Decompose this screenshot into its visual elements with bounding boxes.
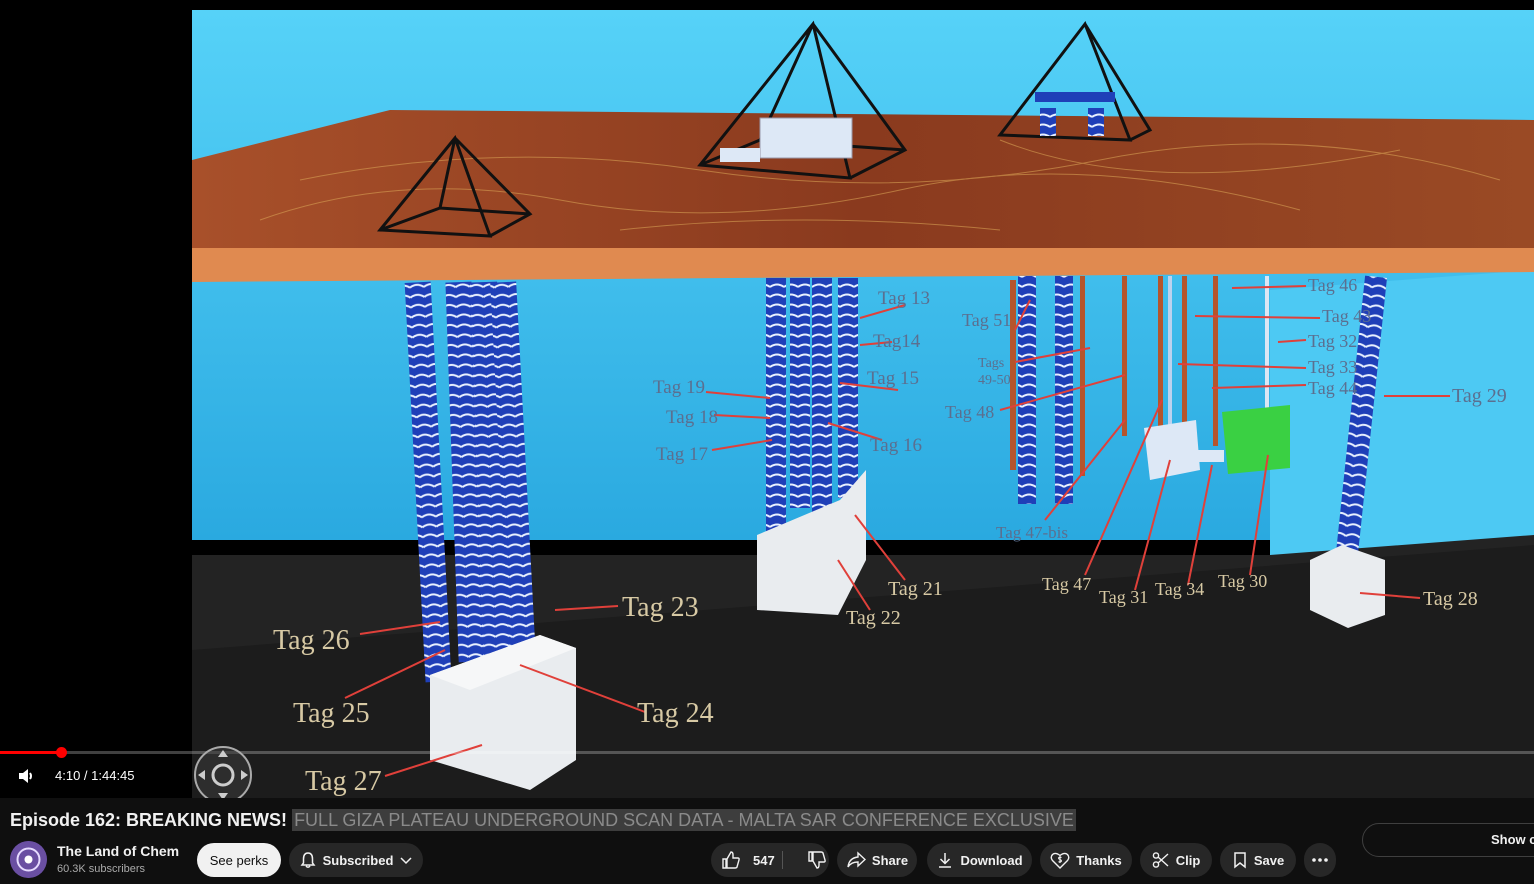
- chevron-down-icon: [400, 857, 412, 865]
- subscribed-label: Subscribed: [322, 852, 394, 868]
- tag-24-label: Tag 24: [637, 698, 714, 729]
- tag-51-label: Tag 51: [962, 310, 1011, 330]
- thumbs-down-icon[interactable]: [807, 850, 827, 870]
- tag-47-label: Tag 47: [1042, 574, 1091, 594]
- time-display: 4:10 / 1:44:45: [55, 768, 135, 783]
- like-count[interactable]: 547: [753, 853, 775, 868]
- video-frame: Tag 13 Tag14 Tag 15 Tag 16 Tag 17 Tag 18…: [0, 0, 1534, 798]
- see-perks-label: See perks: [209, 852, 269, 868]
- save-label: Save: [1253, 852, 1285, 868]
- tag-14-label: Tag14: [873, 331, 921, 352]
- tag-46-label: Tag 46: [1308, 275, 1357, 295]
- tag-30-label: Tag 30: [1218, 571, 1267, 591]
- tag-43-label: Tag 43: [1322, 306, 1371, 326]
- tag-23-label: Tag 23: [622, 592, 699, 623]
- scissors-icon: [1152, 852, 1169, 868]
- plateau-surface: [192, 110, 1534, 248]
- like-dislike-group: 547: [711, 843, 829, 877]
- title-prefix: Episode 162: BREAKING NEWS!: [10, 810, 288, 830]
- like-divider: [782, 851, 783, 869]
- bookmark-icon: [1234, 852, 1246, 869]
- tag-32-label: Tag 32: [1308, 331, 1357, 351]
- download-button[interactable]: Download: [927, 843, 1032, 877]
- tag-33-label: Tag 33: [1308, 357, 1357, 377]
- bell-icon: [300, 852, 316, 868]
- subscriber-count: 60.3K subscribers: [57, 863, 146, 875]
- tag-22-label: Tag 22: [846, 607, 901, 629]
- see-perks-button[interactable]: See perks: [197, 843, 281, 877]
- tag-31-label: Tag 31: [1099, 587, 1148, 607]
- tag-29-label: Tag 29: [1452, 385, 1507, 407]
- tag-15-label: Tag 15: [867, 368, 919, 389]
- tags-49-50-label: 49-50: [978, 373, 1011, 388]
- save-button[interactable]: Save: [1220, 843, 1296, 877]
- green-block: [1222, 405, 1290, 474]
- progress-scrubber[interactable]: [56, 747, 68, 758]
- avatar[interactable]: [10, 841, 47, 878]
- thumbs-up-icon[interactable]: [721, 850, 741, 870]
- tag-18-label: Tag 18: [666, 407, 718, 428]
- title-highlight: FULL GIZA PLATEAU UNDERGROUND SCAN DATA …: [292, 809, 1076, 831]
- show-chat-label: Show chat: [1491, 832, 1534, 847]
- tag-16-label: Tag 16: [870, 435, 922, 456]
- tag-21-label: Tag 21: [888, 578, 943, 600]
- more-actions-button[interactable]: [1304, 843, 1336, 877]
- more-dots-icon: [1312, 858, 1328, 862]
- download-icon: [939, 853, 952, 868]
- volume-icon[interactable]: [16, 766, 36, 786]
- subscribed-button[interactable]: Subscribed: [289, 843, 423, 877]
- clip-label: Clip: [1175, 852, 1201, 868]
- tag-27-label: Tag 27: [305, 766, 382, 797]
- video-title: Episode 162: BREAKING NEWS! FULL GIZA PL…: [10, 809, 1076, 831]
- tag-48-label: Tag 48: [945, 402, 994, 422]
- progress-fill: [0, 751, 62, 754]
- download-label: Download: [960, 852, 1023, 868]
- share-button[interactable]: Share: [837, 843, 917, 877]
- tags-label: Tags: [978, 356, 1004, 371]
- tag-47-bis-label: Tag 47-bis: [996, 523, 1068, 542]
- channel-name[interactable]: The Land of Chem: [57, 843, 179, 859]
- thanks-label: Thanks: [1076, 852, 1122, 868]
- tag-34-label: Tag 34: [1155, 579, 1204, 599]
- tag-28-label: Tag 28: [1423, 588, 1478, 610]
- tag-13-label: Tag 13: [878, 288, 930, 309]
- clip-button[interactable]: Clip: [1140, 843, 1212, 877]
- move-pad-icon[interactable]: [192, 744, 254, 798]
- tag-19-label: Tag 19: [653, 377, 705, 398]
- tag-44-label: Tag 44: [1308, 378, 1357, 398]
- tag-17-label: Tag 17: [656, 444, 708, 465]
- video-player[interactable]: Tag 13 Tag14 Tag 15 Tag 16 Tag 17 Tag 18…: [0, 0, 1534, 798]
- tag-25-label: Tag 25: [293, 698, 370, 729]
- thanks-button[interactable]: Thanks: [1040, 843, 1132, 877]
- share-arrow-icon: [847, 851, 866, 868]
- dollar-heart-icon: [1050, 852, 1070, 869]
- show-chat-button[interactable]: Show chat: [1362, 823, 1534, 857]
- tag-26-label: Tag 26: [273, 625, 350, 656]
- share-label: Share: [871, 852, 909, 868]
